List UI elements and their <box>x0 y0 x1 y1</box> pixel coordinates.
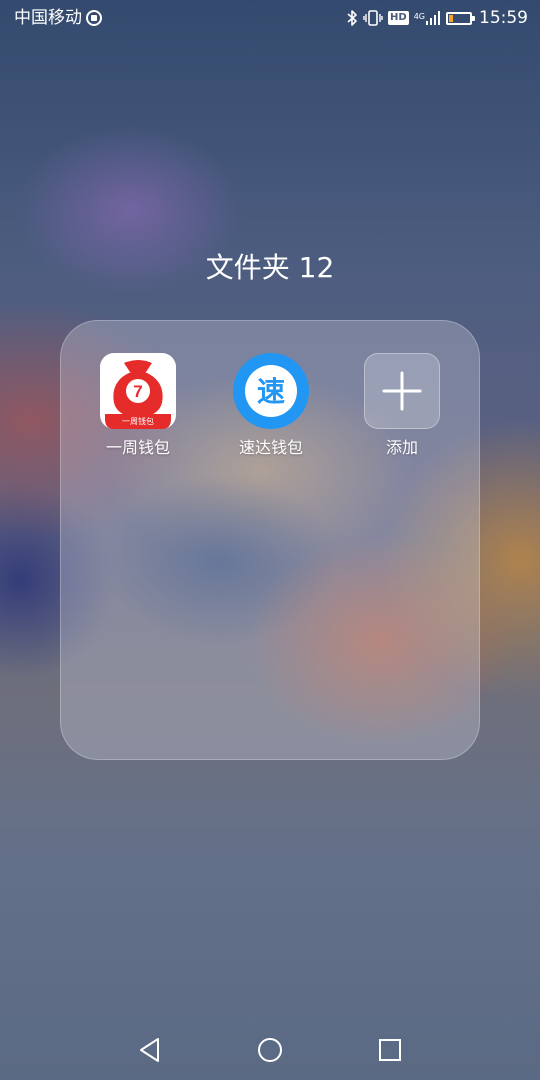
network-type-label: 4G <box>413 12 425 21</box>
carrier: 中国移动 <box>14 8 102 28</box>
home-icon[interactable] <box>257 1037 283 1063</box>
status-bar: 中国移动 HD 4G 15:59 <box>0 0 540 36</box>
app-icon-glyph-7: 7 <box>133 382 142 401</box>
back-button[interactable] <box>134 1034 166 1066</box>
speed-wallet-icon[interactable]: 速 <box>233 353 309 429</box>
bluetooth-icon <box>347 10 357 26</box>
add-label: 添加 <box>385 438 418 457</box>
hd-icon: HD <box>388 11 409 25</box>
home-button[interactable] <box>254 1034 286 1066</box>
battery-icon <box>446 11 475 25</box>
vibrate-icon <box>363 10 383 26</box>
back-icon[interactable] <box>138 1037 162 1063</box>
app-label: 一周钱包 <box>105 438 170 457</box>
navigation-bar <box>0 1020 540 1080</box>
app-icon-glyph-su: 速 <box>257 375 285 408</box>
carrier-service-icon <box>86 10 102 26</box>
folder-title[interactable]: 文件夹 12 <box>0 248 540 288</box>
folder-panel: 7 一周钱包 一周钱包 速 速达钱包 添加 <box>60 320 480 760</box>
app-icon-caption: 一周钱包 <box>122 416 154 426</box>
carrier-label: 中国移动 <box>14 8 82 28</box>
money-bag-seven-icon[interactable]: 7 一周钱包 <box>100 353 176 429</box>
clock: 15:59 <box>479 8 528 28</box>
recent-apps-icon[interactable] <box>378 1038 402 1062</box>
plus-icon[interactable] <box>364 353 440 429</box>
signal-group: 4G <box>414 10 441 26</box>
app-tile-yizhou-wallet[interactable]: 7 一周钱包 一周钱包 <box>83 353 193 459</box>
battery-level <box>449 14 453 22</box>
recent-apps-button[interactable] <box>374 1034 406 1066</box>
app-tile-suda-wallet[interactable]: 速 速达钱包 <box>216 353 326 459</box>
add-app-tile[interactable]: 添加 <box>347 353 457 459</box>
status-icons: HD 4G 15:59 <box>341 7 528 29</box>
app-label: 速达钱包 <box>238 438 303 457</box>
signal-icon <box>426 11 440 25</box>
